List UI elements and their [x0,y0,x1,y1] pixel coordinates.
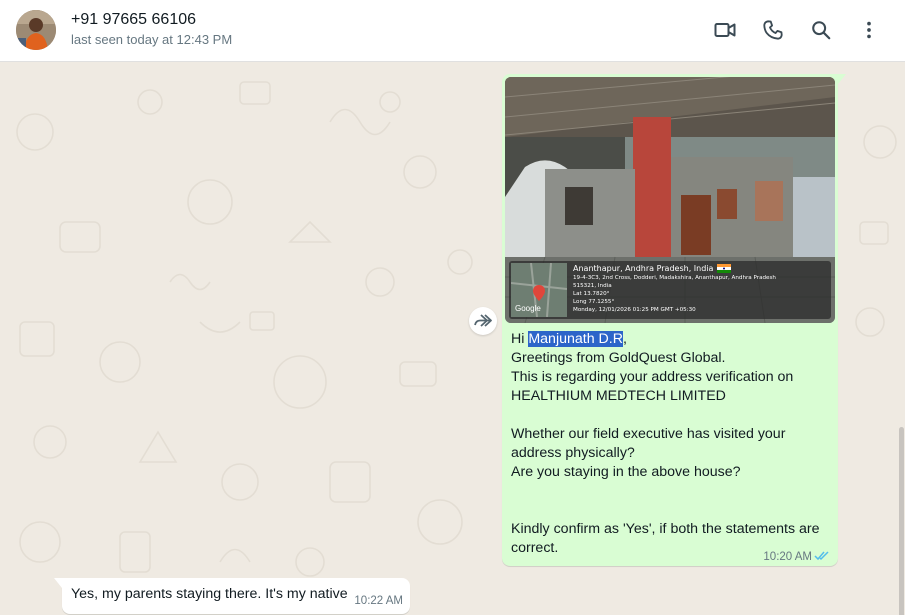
google-map-label: Google [515,304,541,313]
geotag-address-line2: 515321, India [573,283,612,289]
message-body: Greetings from GoldQuest Global. This is… [511,350,820,556]
message-text: Hi Manjunath D.R, Greetings from GoldQue… [511,330,829,558]
incoming-message-text: Yes, my parents staying there. It's my n… [71,586,348,602]
message-timestamp: 10:20 AM [763,551,812,563]
voice-call-icon[interactable] [760,17,786,43]
forward-icon [474,314,492,327]
map-thumbnail: Google [511,263,567,317]
forward-button[interactable] [469,307,497,335]
india-flag-icon [717,264,731,273]
avatar[interactable] [16,10,56,50]
read-receipt-icon [814,551,829,561]
geotag-overlay: Google Ananthapur, Andhra Pradesh, India… [509,261,831,319]
house-photo[interactable]: Google Ananthapur, Andhra Pradesh, India… [505,77,835,323]
greeting-suffix: , [622,331,627,347]
incoming-message[interactable]: Yes, my parents staying there. It's my n… [54,578,410,614]
search-icon[interactable] [808,17,834,43]
outgoing-message[interactable]: Google Ananthapur, Andhra Pradesh, India… [502,74,846,566]
geotag-longitude: Long 77.1255° [573,299,615,305]
geotag-timestamp: Monday, 12/01/2026 01:25 PM GMT +05:30 [573,307,696,313]
contact-name[interactable]: +91 97665 66106 [71,11,196,29]
menu-icon[interactable] [856,17,882,43]
geotag-city: Ananthapur, Andhra Pradesh, India [573,264,714,273]
incoming-message-timestamp: 10:22 AM [354,595,403,607]
chat-area[interactable]: Google Ananthapur, Andhra Pradesh, India… [0,62,905,615]
geotag-address-line1: 19-4-3C3, 2nd Cross, Dodderi, Madakshira… [573,275,776,281]
last-seen-status: last seen today at 12:43 PM [71,32,233,47]
chat-header: +91 97665 66106 last seen today at 12:43… [0,0,905,62]
greeting-prefix: Hi [511,331,529,347]
selected-name-text[interactable]: Manjunath D.R [528,331,623,347]
geotag-latitude: Lat 13.7820° [573,291,610,297]
video-call-icon[interactable] [712,17,738,43]
scrollbar[interactable] [899,427,904,615]
